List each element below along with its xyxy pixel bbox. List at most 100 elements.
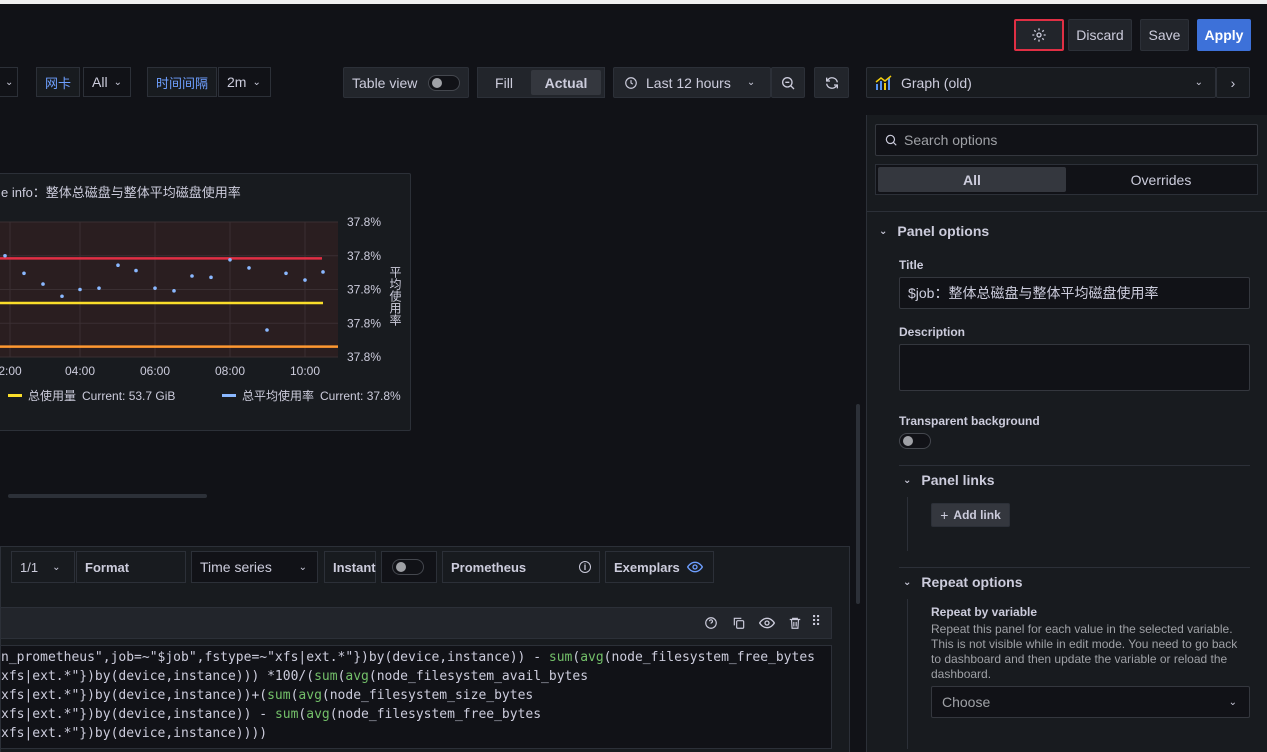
repeat-variable-select[interactable]: Choose ⌄ — [931, 686, 1250, 718]
graph-panel-title: e info：整体总磁盘与整体平均磁盘使用率 — [1, 185, 241, 200]
panel-options-header[interactable]: ⌄ Panel options — [879, 223, 989, 239]
chevron-down-icon: ⌄ — [903, 576, 912, 588]
legend-item-total-used[interactable]: 总使用量 Current: 53.7 GiB — [8, 387, 175, 404]
chevron-down-icon: ⌄ — [298, 561, 307, 573]
trash-icon[interactable] — [788, 616, 802, 630]
eye-icon[interactable] — [759, 617, 775, 629]
chevron-down-icon: ⌄ — [746, 77, 756, 88]
tab-all[interactable]: All — [878, 167, 1066, 192]
horizontal-scrollbar[interactable] — [8, 494, 207, 498]
chevron-down-icon: ⌄ — [903, 474, 912, 486]
collapse-options-button[interactable]: › — [1216, 67, 1250, 98]
variable-nic-value: All — [92, 74, 108, 90]
scatter-point — [247, 266, 251, 270]
eye-icon — [687, 561, 703, 573]
legend-item-avg-usage[interactable]: 总平均使用率 Current: 37.8% — [222, 387, 401, 404]
panel-links-header[interactable]: ⌄ Panel links — [903, 472, 995, 488]
x-tick-label: 08:00 — [215, 364, 245, 378]
legend-swatch — [8, 394, 22, 397]
query-code-token: sum — [267, 688, 291, 703]
discard-button[interactable]: Discard — [1068, 19, 1132, 51]
legend-swatch — [222, 394, 236, 397]
time-range-label: Last 12 hours — [646, 74, 731, 91]
save-button[interactable]: Save — [1140, 19, 1189, 51]
variable-label-nic: 网卡 — [36, 67, 81, 97]
exemplars-label: Exemplars — [614, 559, 680, 575]
query-code-line: xfs|ext.*"})by(device,instance)))) — [1, 726, 267, 741]
title-input[interactable]: $job：整体总磁盘与整体平均磁盘使用率 — [899, 277, 1250, 309]
table-view-switch[interactable] — [428, 75, 460, 91]
query-code-token: (node_filesystem_free_bytes — [329, 707, 542, 722]
description-label: Description — [899, 325, 966, 339]
instant-switch[interactable] — [392, 559, 424, 575]
refresh-button[interactable] — [814, 67, 849, 98]
clock-icon — [625, 76, 637, 89]
duplicate-icon[interactable] — [732, 616, 746, 630]
tab-overrides[interactable]: Overrides — [1068, 167, 1254, 192]
visualization-label: Graph (old) — [901, 74, 972, 91]
panel-links-rail — [907, 497, 908, 551]
x-tick-label: 2:00 — [0, 364, 22, 378]
datasource-label: Prometheus i — [442, 551, 600, 583]
drag-handle-icon[interactable]: ⠿ — [811, 613, 821, 630]
query-pager-value: 1/1 — [20, 559, 39, 575]
x-tick-label: 06:00 — [140, 364, 170, 378]
query-code-token: xfs|ext.*"})by(device,instance))+( — [1, 688, 268, 703]
plus-icon: + — [940, 507, 949, 523]
legend-current: Current: 37.8% — [320, 388, 401, 403]
chevron-down-icon: ⌄ — [879, 225, 888, 237]
variable-prev-dropdown[interactable]: ⌄ — [0, 67, 18, 97]
info-icon[interactable]: i — [579, 561, 591, 573]
search-options-input[interactable]: Search options — [875, 124, 1258, 156]
pane-splitter[interactable] — [856, 404, 860, 604]
fill-button[interactable]: Fill — [481, 70, 527, 95]
transparent-background-switch[interactable] — [899, 433, 931, 449]
panel-settings-button[interactable] — [1014, 19, 1064, 51]
query-code-token: sum — [548, 650, 573, 665]
scatter-point — [3, 253, 7, 258]
description-textarea[interactable] — [899, 344, 1250, 391]
y2-tick-label: 37.8% — [347, 316, 381, 330]
visualization-picker[interactable]: Graph (old) ⌄ — [866, 67, 1216, 98]
variable-nic-dropdown[interactable]: All ⌄ — [83, 67, 131, 97]
scatter-point — [265, 328, 269, 332]
query-code-token: avg — [345, 669, 369, 684]
query-code-token: xfs|ext.*"})by(device,instance)) - — [1, 707, 275, 722]
query-code-token: ( — [572, 650, 581, 665]
variable-interval-dropdown[interactable]: 2m ⌄ — [218, 67, 271, 97]
format-dropdown[interactable]: Time series ⌄ — [191, 551, 318, 583]
format-label: Format — [76, 551, 186, 583]
legend-name: 总平均使用率 — [242, 389, 315, 403]
scatter-point — [97, 286, 101, 290]
search-icon — [885, 134, 897, 146]
refresh-icon — [825, 76, 838, 89]
actual-button[interactable]: Actual — [531, 70, 601, 95]
scatter-point — [22, 271, 26, 276]
query-code-line: xfs|ext.*"})by(device,instance)) - sum(a… — [1, 707, 541, 722]
apply-button[interactable]: Apply — [1197, 19, 1251, 51]
variable-interval-value: 2m — [227, 74, 247, 90]
repeat-by-variable-label: Repeat by variable — [931, 605, 1038, 619]
query-code-token: (node_filesystem_size_bytes — [321, 688, 534, 703]
table-view-label: Table view — [352, 74, 418, 91]
y2-tick-label: 37.8% — [347, 249, 381, 263]
chevron-down-icon: ⌄ — [252, 76, 261, 88]
scatter-point — [153, 286, 157, 290]
zoom-out-button[interactable] — [771, 67, 805, 98]
add-link-button[interactable]: + Add link — [931, 503, 1010, 527]
scatter-point — [172, 289, 176, 293]
time-range-picker[interactable]: Last 12 hours ⌄ — [613, 67, 771, 98]
table-view-toggle-group[interactable]: Table view — [343, 67, 469, 98]
variable-label-interval: 时间间隔 — [147, 67, 218, 97]
query-code-token: (node_filesystem_free_bytes — [603, 650, 815, 665]
query-code-token: avg — [306, 707, 330, 722]
instant-toggle-box[interactable] — [381, 551, 437, 583]
exemplars-toggle[interactable]: Exemplars — [605, 551, 714, 583]
query-code-editor[interactable]: n_prometheus",job=~"$job",fstype=~"xfs|e… — [0, 645, 832, 749]
y2-tick-label: 37.8% — [347, 215, 381, 229]
chevron-right-icon: › — [1230, 74, 1236, 91]
help-icon[interactable] — [704, 616, 718, 630]
scatter-point — [209, 275, 213, 280]
repeat-options-header[interactable]: ⌄ Repeat options — [903, 574, 1023, 590]
query-pager-dropdown[interactable]: 1/1 ⌄ — [11, 551, 75, 583]
